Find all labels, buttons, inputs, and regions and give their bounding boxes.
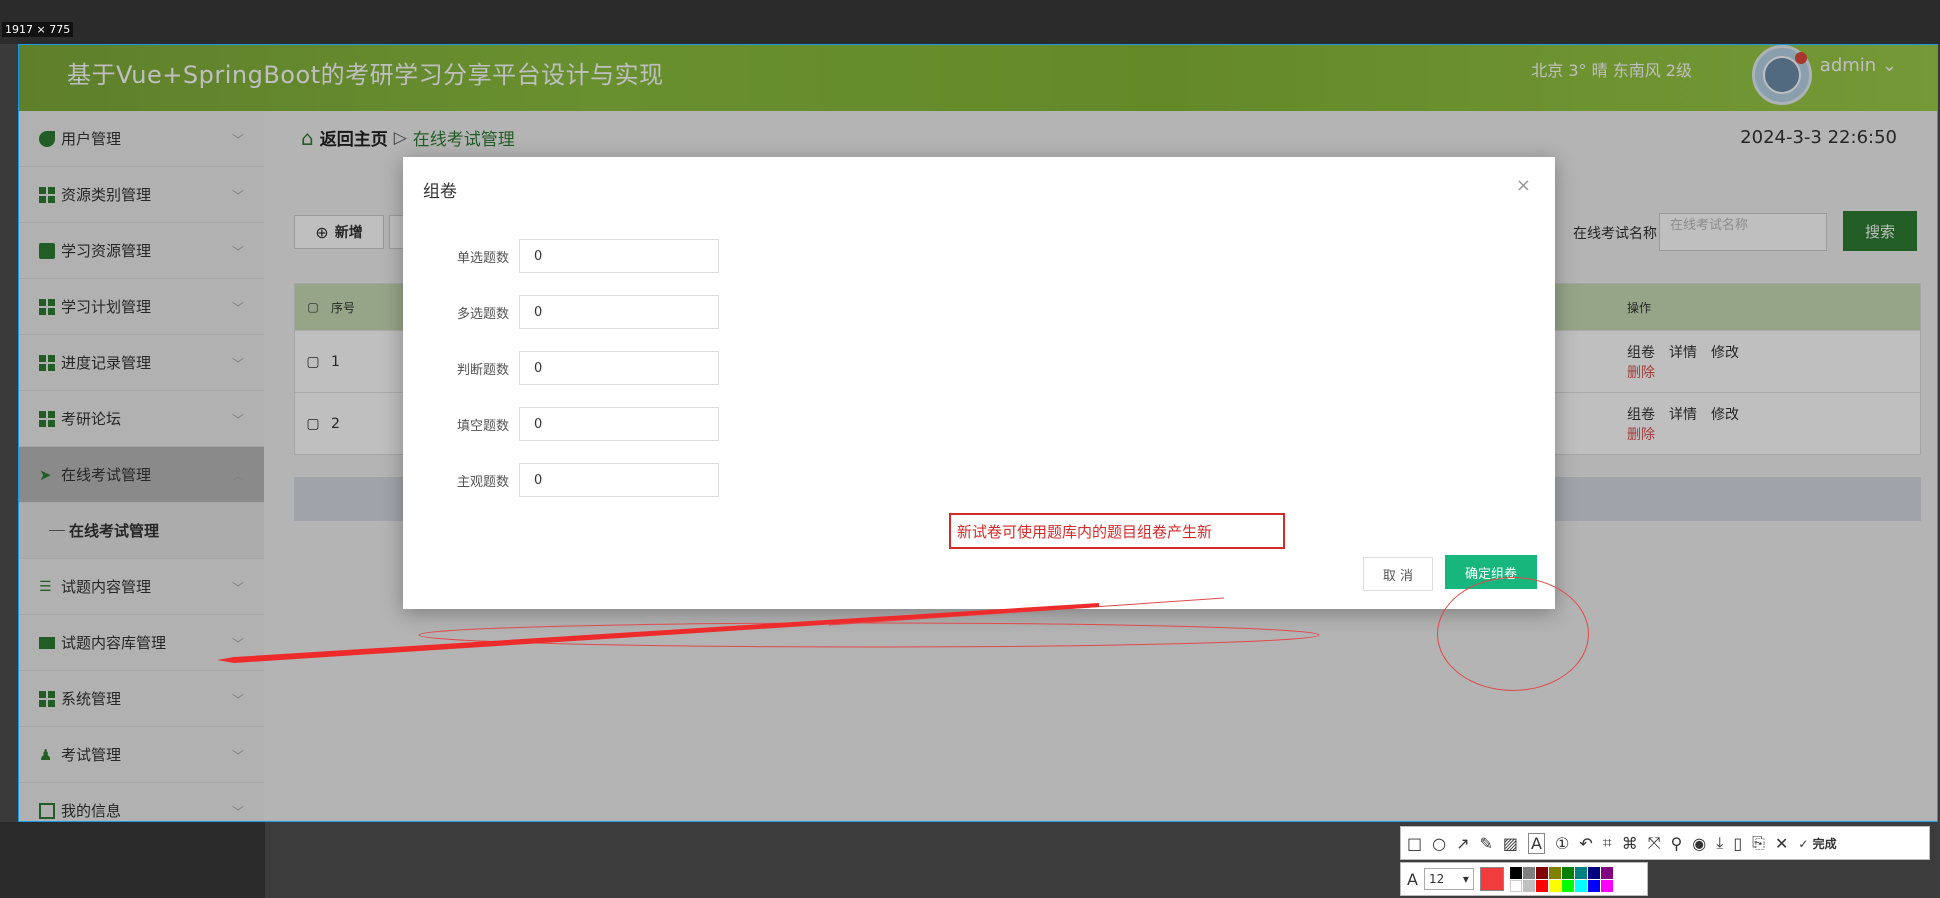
capture-bottom-left (0, 822, 265, 898)
color-swatch[interactable] (1587, 879, 1600, 892)
color-palette (1509, 866, 1613, 892)
form-row-subjective: 主观题数 0 (423, 463, 719, 497)
undo-icon[interactable]: ↶ (1579, 834, 1592, 853)
color-swatch[interactable] (1561, 866, 1574, 879)
color-swatch[interactable] (1600, 879, 1613, 892)
color-swatch[interactable] (1574, 866, 1587, 879)
color-swatch[interactable] (1587, 866, 1600, 879)
dialog-title: 组卷 (423, 182, 457, 202)
close-icon[interactable]: × (1516, 175, 1531, 196)
annotation-note: 新试卷可使用题库内的题目组卷产生新 (949, 513, 1285, 549)
color-swatch[interactable] (1561, 879, 1574, 892)
capture-size-label: 1917 × 775 (2, 22, 74, 37)
judge-label: 判断题数 (456, 362, 509, 378)
judge-input[interactable]: 0 (519, 351, 719, 385)
fill-blank-label: 填空题数 (456, 418, 509, 434)
done-button[interactable]: ✓ 完成 (1798, 835, 1836, 852)
fill-blank-input[interactable]: 0 (519, 407, 719, 441)
color-swatch[interactable] (1600, 866, 1613, 879)
font-size-select[interactable]: 12 ▾ (1423, 868, 1474, 890)
record-icon[interactable]: ◉ (1692, 834, 1706, 853)
translate-icon[interactable]: ⌘ (1622, 834, 1638, 853)
color-swatch[interactable] (1548, 879, 1561, 892)
subjective-input[interactable]: 0 (519, 463, 719, 497)
screenshot-toolbar-options: A 12 ▾ (1400, 862, 1648, 896)
arrow-tool-icon[interactable]: ↗ (1456, 834, 1469, 853)
multi-choice-input[interactable]: 0 (519, 295, 719, 329)
pen-tool-icon[interactable]: ✎ (1480, 834, 1493, 853)
single-choice-input[interactable]: 0 (519, 239, 719, 273)
form-row-judge: 判断题数 0 (423, 351, 719, 385)
form-row-fill: 填空题数 0 (423, 407, 719, 441)
cancel-button[interactable]: 取 消 (1363, 557, 1433, 591)
color-swatch[interactable] (1509, 879, 1522, 892)
form-row-multi: 多选题数 0 (423, 295, 719, 329)
app-window: 基于Vue+SpringBoot的考研学习分享平台设计与实现 北京 3° 晴 东… (18, 44, 1938, 822)
multi-choice-label: 多选题数 (456, 306, 509, 322)
number-tool-icon[interactable]: ① (1555, 834, 1569, 853)
color-swatch[interactable] (1548, 866, 1561, 879)
scroll-capture-icon[interactable]: ⤧ (1648, 833, 1661, 853)
font-size-value: 12 (1428, 872, 1445, 886)
ocr-icon[interactable]: ⌗ (1603, 833, 1612, 853)
color-swatch[interactable] (1535, 866, 1548, 879)
single-choice-label: 单选题数 (456, 250, 509, 266)
color-swatch[interactable] (1574, 879, 1587, 892)
phone-icon[interactable]: ▯ (1733, 834, 1742, 853)
download-icon[interactable]: ⤓ (1716, 833, 1723, 853)
text-tool-icon[interactable]: A (1528, 832, 1545, 854)
pin-icon[interactable]: ⚲ (1671, 834, 1683, 853)
close-icon[interactable]: ✕ (1775, 834, 1788, 853)
color-swatch[interactable] (1509, 866, 1522, 879)
screenshot-toolbar: □ ○ ↗ ✎ ▨ A ① ↶ ⌗ ⌘ ⤧ ⚲ ◉ ⤓ ▯ ⎘ ✕ ✓ 完成 (1400, 826, 1930, 860)
rectangle-tool-icon[interactable]: □ (1407, 834, 1422, 853)
chevron-down-icon: ▾ (1462, 872, 1469, 886)
ellipse-tool-icon[interactable]: ○ (1432, 834, 1446, 853)
color-swatch[interactable] (1535, 879, 1548, 892)
mosaic-tool-icon[interactable]: ▨ (1503, 834, 1518, 853)
subjective-label: 主观题数 (456, 474, 509, 490)
color-swatch[interactable] (1522, 866, 1535, 879)
capture-top-bar (0, 0, 1940, 44)
font-icon: A (1407, 869, 1418, 889)
annotation-circle (1437, 577, 1589, 691)
save-icon[interactable]: ⎘ (1752, 833, 1765, 853)
current-color-swatch[interactable] (1479, 867, 1504, 891)
form-row-single: 单选题数 0 (423, 239, 719, 273)
color-swatch[interactable] (1522, 879, 1535, 892)
